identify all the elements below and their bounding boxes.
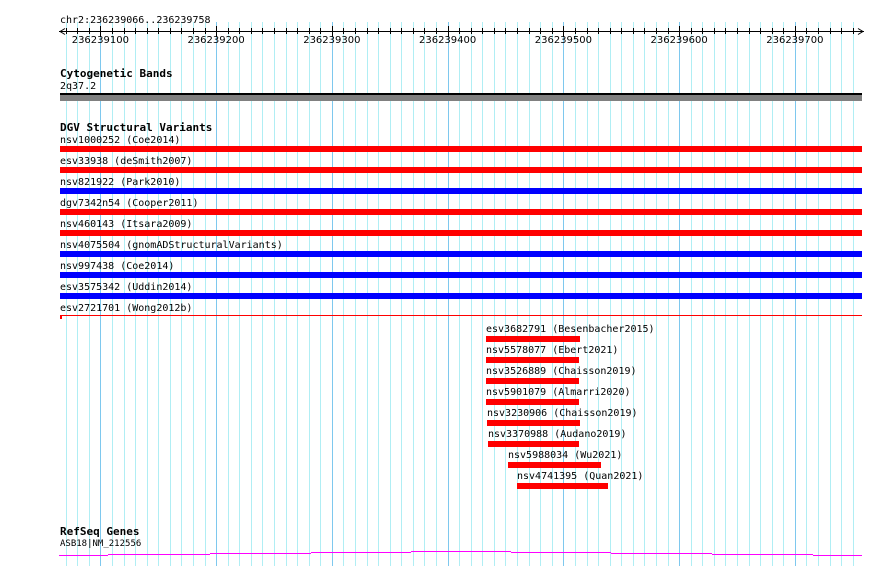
cytoband-bar[interactable] <box>60 93 862 101</box>
sv-feature-label[interactable]: esv33938 (deSmith2007) <box>60 156 192 167</box>
cytoband-label: 2q37.2 <box>60 81 97 92</box>
sv-feature-label[interactable]: esv3575342 (Uddin2014) <box>60 282 192 293</box>
sv-feature-bar[interactable] <box>60 272 862 278</box>
ruler-tick-label: 236239300 <box>303 35 361 46</box>
ruler-tick-label: 236239400 <box>418 35 477 46</box>
sv-feature-bar[interactable] <box>60 293 862 299</box>
dgv-track-title[interactable]: DGV Structural Variants <box>60 122 212 134</box>
ruler-tick-label: 236239100 <box>71 35 129 46</box>
sv-feature-bar[interactable] <box>487 420 580 426</box>
sv-feature-label[interactable]: nsv5901079 (Almarri2020) <box>486 387 631 398</box>
sv-feature-label[interactable]: nsv997438 (Coe2014) <box>60 261 174 272</box>
location-label: chr2:236239066..236239758 <box>60 15 211 26</box>
ruler-tick-label: 236239700 <box>766 35 824 46</box>
sv-feature-bar[interactable] <box>486 399 579 405</box>
sv-feature-bar[interactable] <box>60 315 862 316</box>
sv-feature-label[interactable]: nsv5988034 (Wu2021) <box>508 450 622 461</box>
sv-feature-label[interactable]: nsv4075504 (gnomADStructuralVariants) <box>60 240 283 251</box>
sv-feature-label[interactable]: nsv3230906 (Chaisson2019) <box>487 408 638 419</box>
sv-feature-bar[interactable] <box>60 251 862 257</box>
sv-feature-label[interactable]: esv3682791 (Besenbacher2015) <box>486 324 655 335</box>
ruler-tick-label: 236239500 <box>534 35 592 46</box>
ruler-tick-label: 236239600 <box>650 35 708 46</box>
sv-feature-bar[interactable] <box>486 378 579 384</box>
sv-feature-bar[interactable] <box>508 462 601 468</box>
ruler-tick-label: 236239200 <box>187 35 245 46</box>
sv-feature-bar[interactable] <box>60 167 862 173</box>
sv-feature-label[interactable]: esv2721701 (Wong2012b) <box>60 303 192 314</box>
sv-feature-label[interactable]: nsv1000252 (Coe2014) <box>60 135 180 146</box>
sv-feature-label[interactable]: nsv3526889 (Chaisson2019) <box>486 366 637 377</box>
sv-feature-label[interactable]: nsv460143 (Itsara2009) <box>60 219 192 230</box>
sv-feature-bar[interactable] <box>60 230 862 236</box>
sv-feature-bar[interactable] <box>517 483 608 489</box>
sv-feature-label[interactable]: nsv821922 (Park2010) <box>60 177 180 188</box>
sv-feature-label[interactable]: nsv3370988 (Audano2019) <box>488 429 626 440</box>
sv-feature-label[interactable]: dgv7342n54 (Cooper2011) <box>60 198 198 209</box>
sv-feature-bar[interactable] <box>486 336 580 342</box>
sv-feature-bar[interactable] <box>488 441 579 447</box>
sv-feature-bar[interactable] <box>60 209 862 215</box>
cytoband-track-title[interactable]: Cytogenetic Bands <box>60 68 173 80</box>
sv-feature-bar[interactable] <box>486 357 579 363</box>
refseq-track-title[interactable]: RefSeq Genes <box>60 526 139 538</box>
sv-feature-bar[interactable] <box>60 188 862 194</box>
sv-feature-label[interactable]: nsv4741395 (Quan2021) <box>517 471 643 482</box>
gene-label[interactable]: ASB18|NM_212556 <box>60 539 141 550</box>
sv-feature-label[interactable]: nsv5578077 (Ebert2021) <box>486 345 618 356</box>
sv-feature-bar[interactable] <box>60 146 862 152</box>
